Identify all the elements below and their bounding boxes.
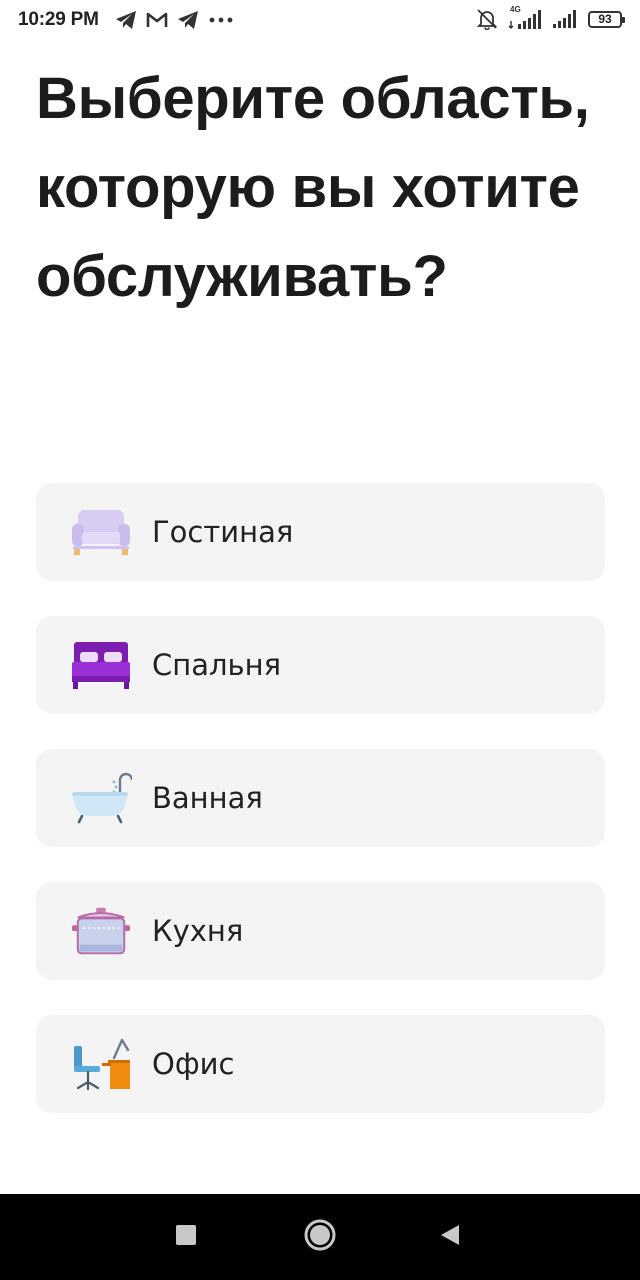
- option-kitchen[interactable]: Кухня: [36, 882, 605, 980]
- option-living-room[interactable]: Гостиная: [36, 483, 605, 581]
- home-icon: [303, 1218, 337, 1257]
- system-icons: 4G 93: [476, 5, 625, 30]
- bathtub-icon: [70, 770, 132, 826]
- telegram-icon: [115, 10, 137, 30]
- option-label: Спальня: [152, 648, 282, 682]
- page-title: Выберите область, которую вы хотите обсл…: [36, 66, 590, 309]
- notification-icons: [115, 10, 234, 30]
- bell-muted-icon: [476, 8, 498, 30]
- cooking-pot-icon: [70, 903, 132, 959]
- back-button[interactable]: [432, 1194, 468, 1280]
- battery-icon: 93: [588, 10, 625, 28]
- option-label: Ванная: [152, 781, 263, 815]
- recent-apps-button[interactable]: [166, 1194, 206, 1280]
- signal-icon: [552, 9, 578, 29]
- bed-icon: [70, 637, 132, 693]
- option-label: Кухня: [152, 914, 244, 948]
- option-bedroom[interactable]: Спальня: [36, 616, 605, 714]
- area-options-list: Гостиная Спальня Ванная Кухня Офис: [36, 483, 605, 1148]
- option-bathroom[interactable]: Ванная: [36, 749, 605, 847]
- office-desk-icon: [70, 1036, 132, 1092]
- status-time: 10:29 PM: [18, 9, 99, 30]
- recent-apps-icon: [175, 1224, 197, 1251]
- back-icon: [439, 1223, 461, 1252]
- option-label: Офис: [152, 1047, 235, 1081]
- status-bar: 10:29 PM 4G 93: [0, 0, 640, 42]
- signal-4g-icon: 4G: [508, 5, 542, 30]
- mail-icon: [146, 11, 168, 29]
- more-dots-icon: [208, 16, 234, 24]
- home-button[interactable]: [296, 1194, 344, 1280]
- system-nav-bar: [0, 1194, 640, 1280]
- telegram-icon: [177, 10, 199, 30]
- option-office[interactable]: Офис: [36, 1015, 605, 1113]
- sofa-icon: [70, 504, 132, 560]
- battery-level: 93: [598, 12, 612, 26]
- option-label: Гостиная: [152, 515, 294, 549]
